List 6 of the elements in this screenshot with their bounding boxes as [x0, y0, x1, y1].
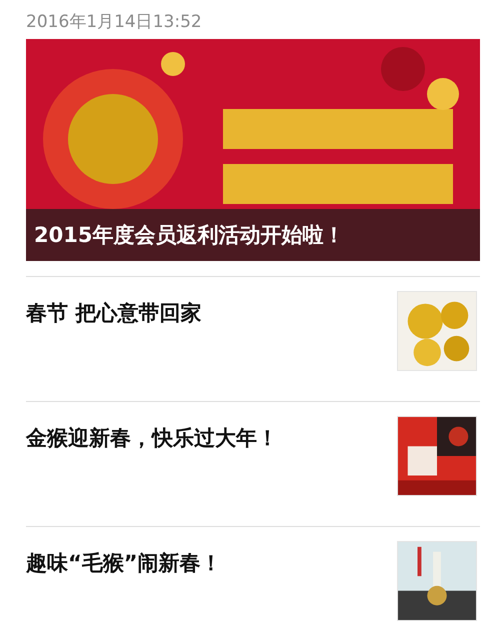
article-title[interactable]: 趣味“毛猴”闹新春！: [26, 541, 222, 577]
cover-card[interactable]: 2015年度会员返利活动开始啦！: [26, 39, 480, 261]
timestamp: 2016年1月14日13:52: [26, 11, 203, 34]
cover-title[interactable]: 2015年度会员返利活动开始啦！: [26, 209, 480, 261]
article-title[interactable]: 金猴迎新春，快乐过大年！: [26, 416, 278, 452]
article-title[interactable]: 春节 把心意带回家: [26, 291, 202, 327]
